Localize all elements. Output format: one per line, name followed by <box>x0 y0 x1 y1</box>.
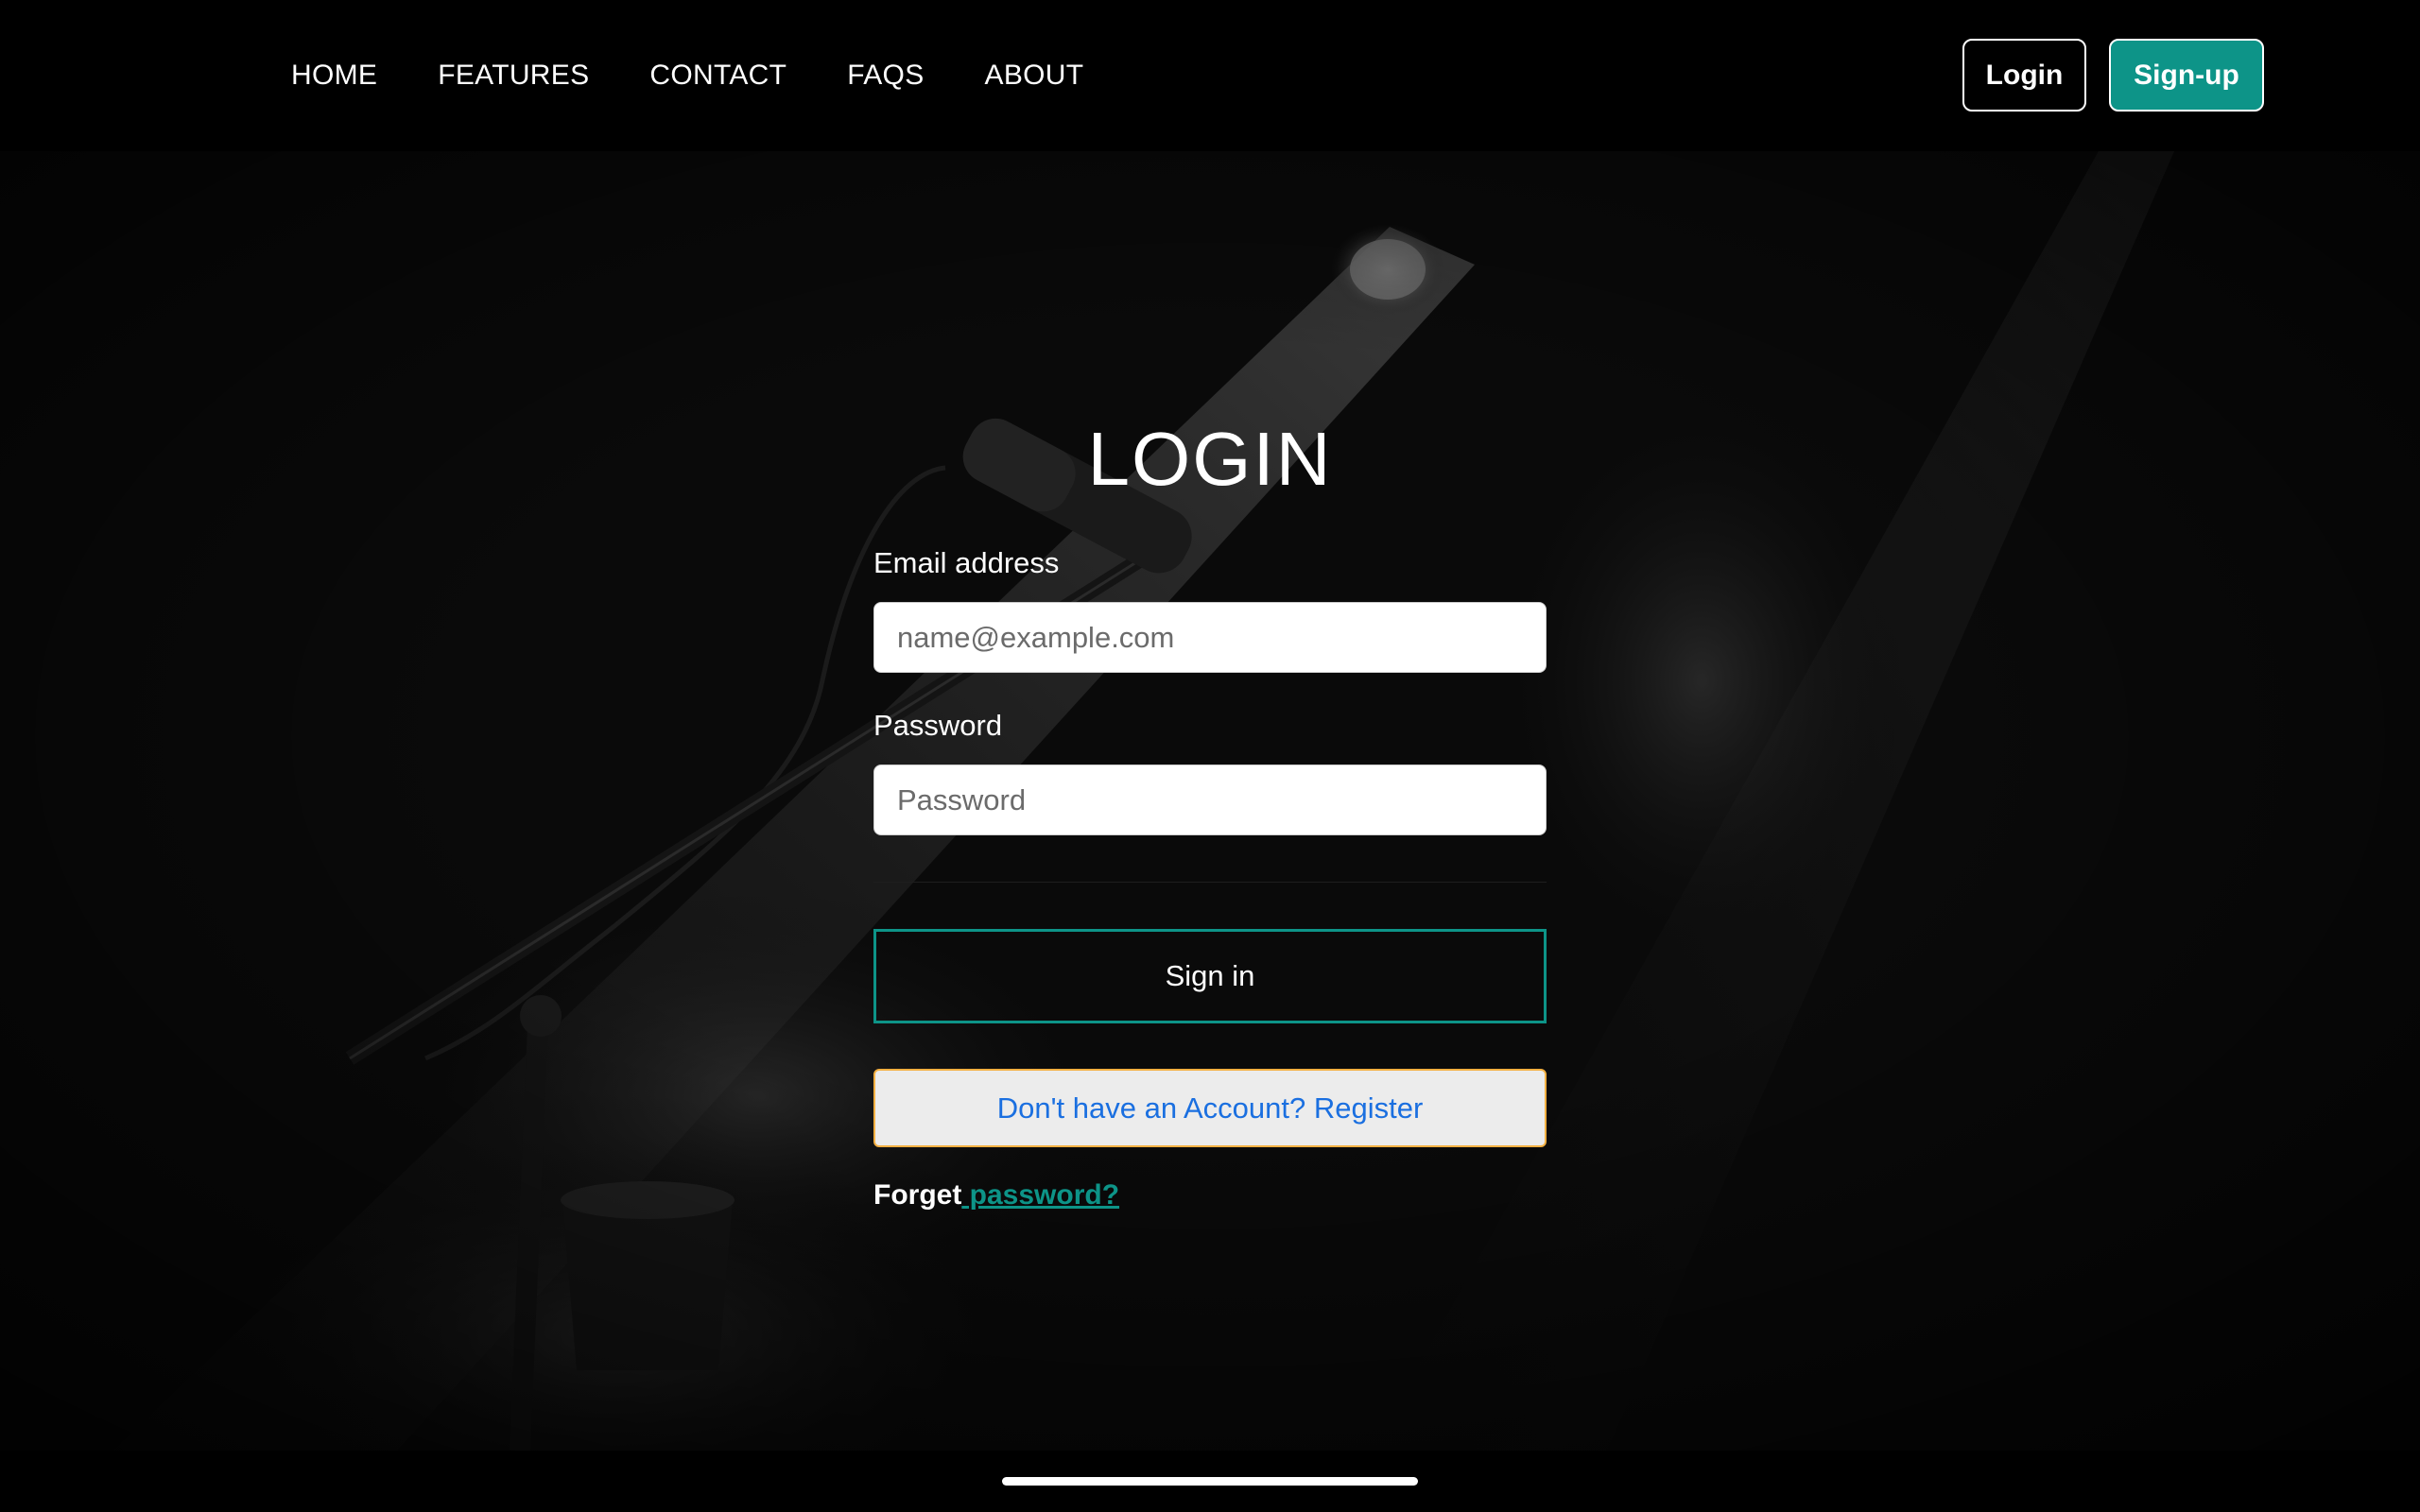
primary-nav: HOME FEATURES CONTACT FAQS ABOUT <box>291 0 1083 151</box>
signup-button[interactable]: Sign-up <box>2109 39 2264 112</box>
sign-in-button[interactable]: Sign in <box>873 929 1547 1023</box>
email-field[interactable] <box>873 602 1547 673</box>
forget-password-link[interactable]: password? <box>961 1179 1119 1211</box>
nav-features-link[interactable]: FEATURES <box>438 60 589 92</box>
app-window: HOME FEATURES CONTACT FAQS ABOUT Login S… <box>0 0 2420 1512</box>
login-form: LOGIN Email address Password Sign in Don… <box>873 0 1547 1512</box>
forget-text: Forget <box>873 1179 962 1211</box>
login-title: LOGIN <box>1087 417 1333 501</box>
top-navbar: HOME FEATURES CONTACT FAQS ABOUT Login S… <box>0 0 2420 151</box>
nav-actions: Login Sign-up <box>1962 39 2264 112</box>
email-label: Email address <box>873 546 1060 579</box>
forget-password-row: Forget password? <box>873 1179 1119 1211</box>
password-field[interactable] <box>873 765 1547 835</box>
nav-about-link[interactable]: ABOUT <box>985 60 1084 92</box>
nav-home-link[interactable]: HOME <box>291 60 377 92</box>
password-label: Password <box>873 709 1003 742</box>
register-button[interactable]: Don't have an Account? Register <box>873 1069 1547 1147</box>
nav-faqs-link[interactable]: FAQS <box>847 60 924 92</box>
nav-contact-link[interactable]: CONTACT <box>649 60 786 92</box>
form-divider <box>873 882 1547 883</box>
home-indicator <box>1002 1477 1418 1486</box>
login-button[interactable]: Login <box>1962 39 2086 112</box>
